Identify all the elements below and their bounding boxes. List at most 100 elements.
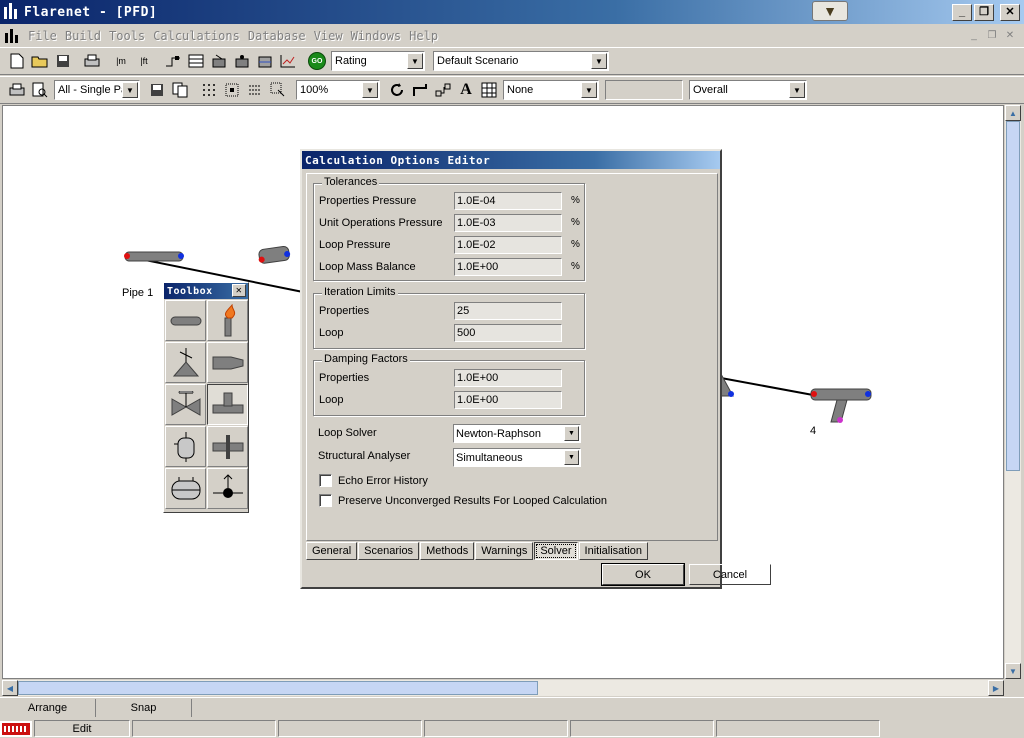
ok-button[interactable]: OK bbox=[601, 563, 685, 586]
blank-field[interactable] bbox=[605, 80, 683, 100]
save-icon[interactable] bbox=[52, 50, 74, 72]
menu-calculations[interactable]: Calculations bbox=[149, 29, 244, 43]
save-pfd-icon[interactable] bbox=[146, 79, 168, 101]
open-folder-icon[interactable] bbox=[29, 50, 51, 72]
scroll-left-icon[interactable]: ◀ bbox=[2, 680, 18, 696]
horizontal-scrollbar[interactable]: ◀ ▶ bbox=[2, 680, 1004, 696]
print-pfd-icon[interactable] bbox=[6, 79, 28, 101]
dialog-title-bar[interactable]: Calculation Options Editor bbox=[302, 151, 720, 169]
overall-select[interactable]: Overall ▼ bbox=[689, 80, 807, 100]
vertical-scrollbar[interactable]: ▲ ▼ bbox=[1005, 105, 1021, 679]
properties-pressure-field[interactable]: 1.0E-04 bbox=[454, 192, 562, 210]
scroll-down-icon[interactable]: ▼ bbox=[1005, 663, 1021, 679]
orifice-tool-icon[interactable] bbox=[207, 426, 248, 467]
schematic-icon[interactable] bbox=[162, 50, 184, 72]
control-valve-tool-icon[interactable] bbox=[165, 384, 206, 425]
unit-operations-pressure-field[interactable]: 1.0E-03 bbox=[454, 214, 562, 232]
menu-file[interactable]: File bbox=[24, 29, 61, 43]
mdi-close-button[interactable]: ✕ bbox=[1002, 28, 1018, 42]
tab-general[interactable]: General bbox=[306, 542, 358, 560]
menu-database[interactable]: Database bbox=[244, 29, 310, 43]
units-m-icon[interactable]: | m bbox=[110, 50, 132, 72]
pipe-1-label[interactable]: Pipe 1 bbox=[122, 287, 153, 299]
reducer-tool-icon[interactable] bbox=[207, 342, 248, 383]
table-icon[interactable] bbox=[185, 50, 207, 72]
preserve-unconverged-option[interactable]: Preserve Unconverged Results For Looped … bbox=[319, 494, 607, 507]
pipe-editor-icon[interactable] bbox=[208, 50, 230, 72]
loop-solver-select[interactable]: Newton-Raphson ▼ bbox=[453, 424, 581, 443]
grid-icon[interactable] bbox=[198, 79, 220, 101]
pipe-tool-icon[interactable] bbox=[165, 300, 206, 341]
menu-windows[interactable]: Windows bbox=[347, 29, 406, 43]
connector-icon[interactable] bbox=[409, 79, 431, 101]
mdi-restore-button[interactable]: ❐ bbox=[984, 28, 1000, 42]
tab-methods[interactable]: Methods bbox=[420, 542, 475, 560]
print-icon[interactable] bbox=[81, 50, 103, 72]
chevron-down-icon[interactable]: ▼ bbox=[591, 53, 607, 69]
structural-analyser-select[interactable]: Simultaneous ▼ bbox=[453, 448, 581, 467]
echo-error-history-option[interactable]: Echo Error History bbox=[319, 474, 428, 487]
minimize-button[interactable]: _ bbox=[952, 4, 972, 21]
vertical-scroll-thumb[interactable] bbox=[1006, 121, 1020, 471]
tab-warnings[interactable]: Warnings bbox=[475, 542, 534, 560]
close-button[interactable]: ✕ bbox=[1000, 4, 1020, 21]
preserve-unconverged-checkbox[interactable] bbox=[319, 494, 332, 507]
page-select[interactable]: All - Single Pa ▼ bbox=[54, 80, 140, 100]
graph-icon[interactable] bbox=[277, 50, 299, 72]
units-ft-icon[interactable]: | ft bbox=[133, 50, 155, 72]
chevron-down-icon[interactable]: ▼ bbox=[789, 82, 805, 98]
chevron-down-icon[interactable]: ▼ bbox=[362, 82, 378, 98]
separator-tool-icon[interactable] bbox=[165, 426, 206, 467]
source-tool-icon[interactable] bbox=[207, 468, 248, 509]
menu-build[interactable]: Build bbox=[61, 29, 105, 43]
cancel-button[interactable]: Cancel bbox=[689, 564, 771, 585]
snap-grid-icon[interactable] bbox=[221, 79, 243, 101]
redraw-icon[interactable] bbox=[386, 79, 408, 101]
layers-icon[interactable] bbox=[478, 79, 500, 101]
restore-button[interactable]: ❐ bbox=[974, 4, 994, 21]
calculation-mode-select[interactable]: Rating ▼ bbox=[331, 51, 425, 71]
damping-loop-field[interactable]: 1.0E+00 bbox=[454, 391, 562, 409]
relief-valve-tool-icon[interactable] bbox=[165, 342, 206, 383]
go-button[interactable]: GO bbox=[306, 50, 328, 72]
new-file-icon[interactable] bbox=[6, 50, 28, 72]
chevron-down-icon[interactable]: ▼ bbox=[564, 450, 579, 465]
document-system-icon[interactable] bbox=[2, 27, 22, 45]
knockout-drum-tool-icon[interactable] bbox=[165, 468, 206, 509]
chevron-down-icon[interactable]: ▼ bbox=[581, 82, 597, 98]
align-icon[interactable] bbox=[244, 79, 266, 101]
damping-properties-field[interactable]: 1.0E+00 bbox=[454, 369, 562, 387]
sources-editor-icon[interactable] bbox=[254, 50, 276, 72]
scroll-up-icon[interactable]: ▲ bbox=[1005, 105, 1021, 121]
tab-solver[interactable]: Solver bbox=[534, 542, 578, 560]
loop-pressure-field[interactable]: 1.0E-02 bbox=[454, 236, 562, 254]
scenario-select[interactable]: Default Scenario ▼ bbox=[433, 51, 609, 71]
menu-view[interactable]: View bbox=[310, 29, 347, 43]
scroll-right-icon[interactable]: ▶ bbox=[988, 680, 1004, 696]
tab-scenarios[interactable]: Scenarios bbox=[358, 542, 420, 560]
flare-tip-tool-icon[interactable] bbox=[207, 300, 248, 341]
toolbox-title-bar[interactable]: Toolbox ✕ bbox=[164, 283, 248, 299]
node-4-label[interactable]: 4 bbox=[810, 425, 816, 437]
loop-mass-balance-field[interactable]: 1.0E+00 bbox=[454, 258, 562, 276]
chevron-down-icon[interactable]: ▼ bbox=[122, 82, 138, 98]
iteration-properties-field[interactable]: 25 bbox=[454, 302, 562, 320]
zoom-select[interactable]: 100% ▼ bbox=[296, 80, 380, 100]
menu-tools[interactable]: Tools bbox=[105, 29, 149, 43]
toolbox-close-icon[interactable]: ✕ bbox=[232, 284, 246, 297]
iteration-loop-field[interactable]: 500 bbox=[454, 324, 562, 342]
link-icon[interactable] bbox=[432, 79, 454, 101]
chevron-down-icon[interactable]: ▼ bbox=[407, 53, 423, 69]
mdi-minimize-button[interactable]: _ bbox=[966, 28, 982, 42]
tee-tool-icon[interactable] bbox=[207, 384, 248, 425]
select-tool-icon[interactable] bbox=[267, 79, 289, 101]
copy-icon[interactable] bbox=[169, 79, 191, 101]
nodes-editor-icon[interactable] bbox=[231, 50, 253, 72]
snap-button[interactable]: Snap bbox=[96, 698, 192, 717]
chevron-down-icon[interactable]: ▼ bbox=[564, 426, 579, 441]
print-preview-icon[interactable] bbox=[29, 79, 51, 101]
text-tool-icon[interactable]: A bbox=[455, 79, 477, 101]
filter-select[interactable]: None ▼ bbox=[503, 80, 599, 100]
echo-error-history-checkbox[interactable] bbox=[319, 474, 332, 487]
horizontal-scroll-thumb[interactable] bbox=[18, 681, 538, 695]
